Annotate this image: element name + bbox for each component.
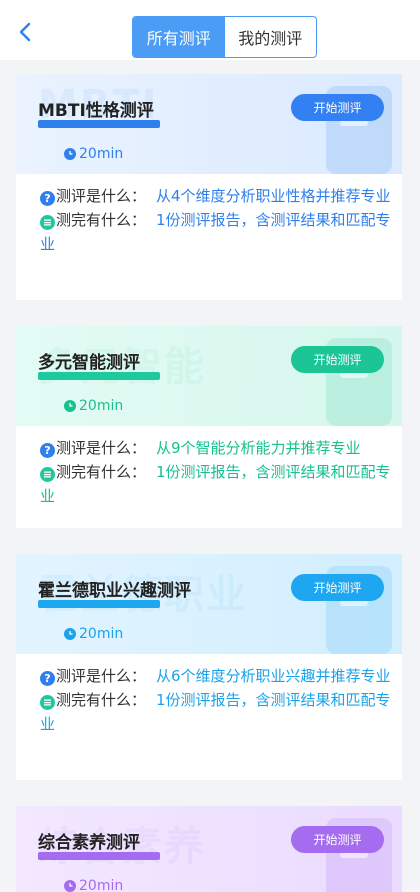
what-value: 从6个维度分析职业兴趣并推荐专业	[156, 667, 391, 685]
result-label: 测完有什么：	[56, 463, 147, 481]
report-icon: ≡	[40, 467, 55, 482]
card-body: ? 测评是什么： 从6个维度分析职业兴趣并推荐专业 ≡ 测完有什么： 1份测评报告，含测…	[16, 654, 402, 744]
clock-icon	[64, 400, 76, 412]
chevron-left-icon[interactable]	[14, 20, 38, 44]
card-title: MBTI性格测评	[38, 101, 154, 121]
what-row: ? 测评是什么： 从6个维度分析职业兴趣并推荐专业	[40, 664, 396, 688]
what-label: 测评是什么：	[56, 667, 147, 685]
what-value: 从4个维度分析职业性格并推荐专业	[156, 187, 391, 205]
start-assessment-button[interactable]: 开始测评	[291, 346, 384, 373]
start-assessment-button[interactable]: 开始测评	[291, 94, 384, 121]
card-body: ? 测评是什么： 从4个维度分析职业性格并推荐专业 ≡ 测完有什么： 1份测评报告，含测…	[16, 174, 402, 264]
clock-icon	[64, 148, 76, 160]
what-row: ? 测评是什么： 从4个维度分析职业性格并推荐专业	[40, 184, 396, 208]
card-header: MBTI MBTI性格测评 开始测评 20min	[16, 74, 402, 174]
result-row: ≡ 测完有什么： 1份测评报告，含测评结果和匹配专业	[40, 208, 396, 256]
start-assessment-button[interactable]: 开始测评	[291, 826, 384, 853]
duration: 20min	[64, 146, 123, 162]
duration-text: 20min	[79, 146, 124, 162]
duration: 20min	[64, 626, 123, 642]
tab-all-assessments[interactable]: 所有测评	[133, 17, 225, 57]
assessment-tab-switch: 所有测评 我的测评	[132, 16, 317, 58]
duration: 20min	[64, 398, 123, 414]
question-icon: ?	[40, 443, 55, 458]
card-title: 多元智能测评	[38, 353, 140, 373]
result-label: 测完有什么：	[56, 691, 147, 709]
result-label: 测完有什么：	[56, 211, 147, 229]
start-assessment-button[interactable]: 开始测评	[291, 574, 384, 601]
card-title: 综合素养测评	[38, 833, 140, 853]
what-label: 测评是什么：	[56, 439, 147, 457]
duration-text: 20min	[79, 626, 124, 642]
assessment-card-mbti: MBTI MBTI性格测评 开始测评 20min ? 测评是什么： 从4个维度分析职…	[16, 74, 402, 300]
report-icon: ≡	[40, 215, 55, 230]
duration-text: 20min	[79, 878, 124, 892]
top-bar: 所有测评 我的测评	[0, 0, 420, 60]
assessment-card-comprehensive: 综合素养 综合素养测评 开始测评 20min	[16, 806, 402, 892]
card-title: 霍兰德职业兴趣测评	[38, 581, 191, 601]
clock-icon	[64, 628, 76, 640]
duration-text: 20min	[79, 398, 124, 414]
what-row: ? 测评是什么： 从9个智能分析能力并推荐专业	[40, 436, 396, 460]
result-row: ≡ 测完有什么： 1份测评报告，含测评结果和匹配专业	[40, 688, 396, 736]
title-underline	[38, 120, 160, 128]
tab-my-assessments[interactable]: 我的测评	[225, 17, 317, 57]
title-underline	[38, 600, 160, 608]
title-underline	[38, 372, 160, 380]
report-icon: ≡	[40, 695, 55, 710]
what-label: 测评是什么：	[56, 187, 147, 205]
title-underline	[38, 852, 160, 860]
duration: 20min	[64, 878, 123, 892]
question-icon: ?	[40, 191, 55, 206]
question-icon: ?	[40, 671, 55, 686]
assessment-card-holland: 霍兰德职业 霍兰德职业兴趣测评 开始测评 20min ? 测评是什么： 从6个维度分…	[16, 554, 402, 780]
card-header: 多元智能 多元智能测评 开始测评 20min	[16, 326, 402, 426]
card-header: 霍兰德职业 霍兰德职业兴趣测评 开始测评 20min	[16, 554, 402, 654]
result-row: ≡ 测完有什么： 1份测评报告，含测评结果和匹配专业	[40, 460, 396, 508]
card-header: 综合素养 综合素养测评 开始测评 20min	[16, 806, 402, 892]
card-body: ? 测评是什么： 从9个智能分析能力并推荐专业 ≡ 测完有什么： 1份测评报告，含测评结…	[16, 426, 402, 516]
assessment-card-multiple-intelligence: 多元智能 多元智能测评 开始测评 20min ? 测评是什么： 从9个智能分析能力并…	[16, 326, 402, 528]
what-value: 从9个智能分析能力并推荐专业	[156, 439, 361, 457]
clock-icon	[64, 880, 76, 892]
